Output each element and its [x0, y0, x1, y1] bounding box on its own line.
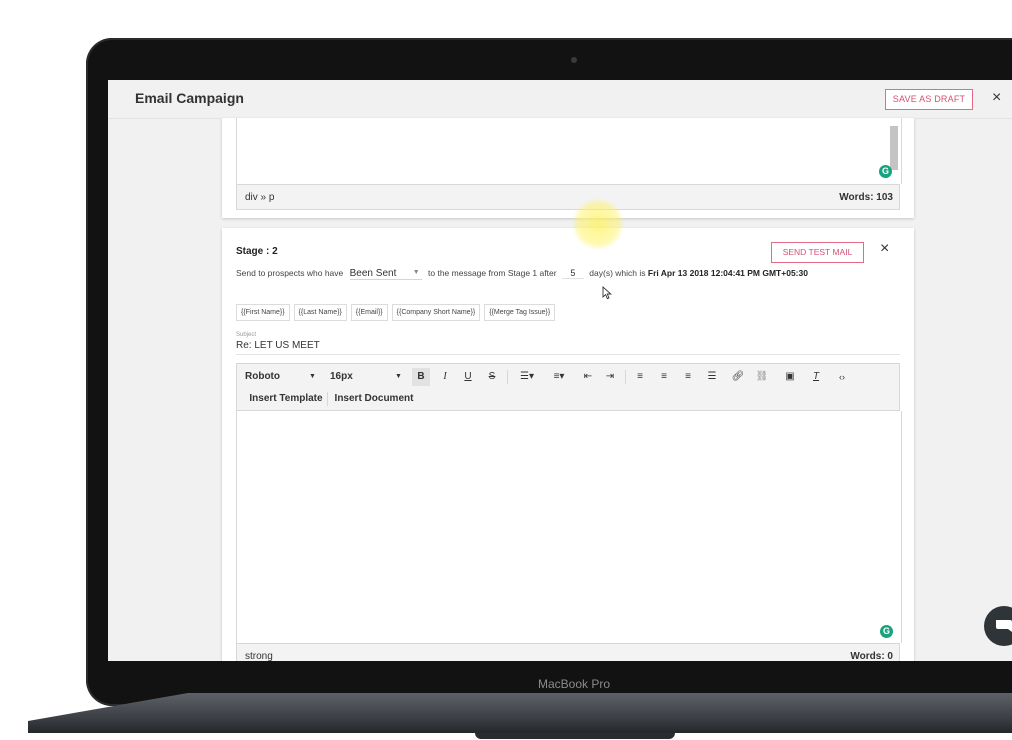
font-family-value: Roboto: [245, 371, 280, 382]
font-family-select[interactable]: Roboto ▼: [245, 368, 316, 386]
source-code-icon[interactable]: ‹›: [833, 368, 851, 386]
stage-2-editor[interactable]: G: [236, 411, 902, 643]
outdent-icon[interactable]: ⇤: [579, 368, 597, 386]
toolbar-divider: [327, 392, 328, 406]
chevron-down-icon: ▼: [309, 373, 316, 380]
stage-1-editor[interactable]: G: [236, 118, 902, 184]
laptop-groove: [475, 733, 675, 739]
days-input[interactable]: 5: [561, 268, 584, 279]
unlink-icon[interactable]: ⛓︎: [753, 368, 771, 386]
font-size-value: 16px: [330, 371, 353, 382]
cursor-highlight: [572, 198, 624, 250]
bullet-list-icon[interactable]: ☰▾: [513, 368, 541, 386]
merge-tag[interactable]: {{Merge Tag Issue}}: [484, 304, 556, 321]
insert-template-button[interactable]: Insert Template: [247, 390, 325, 408]
stage-1-card: G div » p Words: 103: [222, 118, 914, 218]
stage-title: Stage : 2: [236, 246, 278, 257]
grammarly-icon[interactable]: G: [879, 165, 892, 178]
underline-icon[interactable]: U: [459, 368, 477, 386]
merge-tag[interactable]: {{Company Short Name}}: [391, 304, 481, 321]
sentence-middle: to the message from Stage 1 after: [428, 268, 557, 278]
align-right-icon[interactable]: ≡: [679, 368, 697, 386]
clear-formatting-icon[interactable]: T: [807, 368, 825, 386]
grammarly-icon[interactable]: G: [880, 625, 893, 638]
word-count: Words: 0: [850, 651, 893, 661]
laptop-label: MacBook Pro: [537, 677, 611, 691]
camera-icon: [571, 57, 577, 63]
save-as-draft-button[interactable]: SAVE AS DRAFT: [885, 89, 973, 110]
word-count: Words: 103: [839, 192, 893, 203]
align-center-icon[interactable]: ≡: [655, 368, 673, 386]
page-title: Email Campaign: [135, 90, 244, 106]
toolbar-row: Roboto ▼ 16px ▼ B I U S ☰▾ ≡▾ ⇤ ⇥ ≡ ≡ ≡ …: [237, 368, 899, 386]
merge-tags: {{First Name}} {{Last Name}} {{Email}} {…: [236, 304, 556, 321]
toolbar-divider: [625, 370, 626, 384]
send-test-mail-button[interactable]: SEND TEST MAIL: [771, 242, 864, 263]
align-justify-icon[interactable]: ☰: [703, 368, 721, 386]
link-icon[interactable]: 🔗︎: [729, 368, 747, 386]
status-select-value: Been Sent: [349, 268, 397, 279]
chevron-down-icon: ▼: [412, 269, 420, 276]
chevron-down-icon: ▼: [395, 373, 402, 380]
sentence-prefix: Send to prospects who have: [236, 268, 344, 278]
editor-scrollbar[interactable]: [890, 126, 898, 170]
font-size-select[interactable]: 16px ▼: [330, 368, 402, 386]
editor-toolbar: Roboto ▼ 16px ▼ B I U S ☰▾ ≡▾ ⇤ ⇥ ≡ ≡ ≡ …: [236, 363, 900, 411]
sentence-suffix: day(s) which is: [589, 268, 646, 278]
merge-tag[interactable]: {{Last Name}}: [293, 304, 347, 321]
merge-tag[interactable]: {{Email}}: [350, 304, 388, 321]
close-icon[interactable]: ×: [992, 89, 1001, 107]
toolbar-divider: [507, 370, 508, 384]
italic-icon[interactable]: I: [436, 368, 454, 386]
laptop-base: [28, 693, 1012, 733]
element-path: div » p: [245, 192, 275, 203]
app-header: Email Campaign SAVE AS DRAFT ×: [108, 80, 1012, 119]
merge-tag[interactable]: {{First Name}}: [236, 304, 290, 321]
close-icon[interactable]: ×: [880, 240, 889, 258]
subject-label: Subject: [236, 332, 257, 338]
stage-2-status-bar: strong Words: 0: [236, 643, 900, 661]
toolbar-row: Insert Template Insert Document: [237, 390, 899, 408]
scheduled-date: Fri Apr 13 2018 12:04:41 PM GMT+05:30: [647, 268, 808, 278]
element-path: strong: [245, 651, 273, 661]
mouse-pointer-icon: [602, 286, 612, 300]
insert-document-button[interactable]: Insert Document: [333, 390, 415, 408]
app-screen: Email Campaign SAVE AS DRAFT × G div » p…: [108, 80, 1012, 661]
chat-bubble-icon[interactable]: [984, 606, 1012, 646]
numbered-list-icon[interactable]: ≡▾: [545, 368, 573, 386]
stage-schedule-sentence: Send to prospects who have Been Sent ▼ t…: [236, 268, 896, 280]
stage-2-card: Stage : 2 SEND TEST MAIL × Send to prosp…: [222, 228, 914, 661]
status-select[interactable]: Been Sent ▼: [349, 268, 422, 280]
subject-input[interactable]: Re: LET US MEET: [236, 340, 900, 355]
indent-icon[interactable]: ⇥: [601, 368, 619, 386]
bold-icon[interactable]: B: [412, 368, 430, 386]
stage-1-status-bar: div » p Words: 103: [236, 184, 900, 210]
align-left-icon[interactable]: ≡: [631, 368, 649, 386]
image-icon[interactable]: ▣: [781, 368, 799, 386]
strikethrough-icon[interactable]: S: [483, 368, 501, 386]
